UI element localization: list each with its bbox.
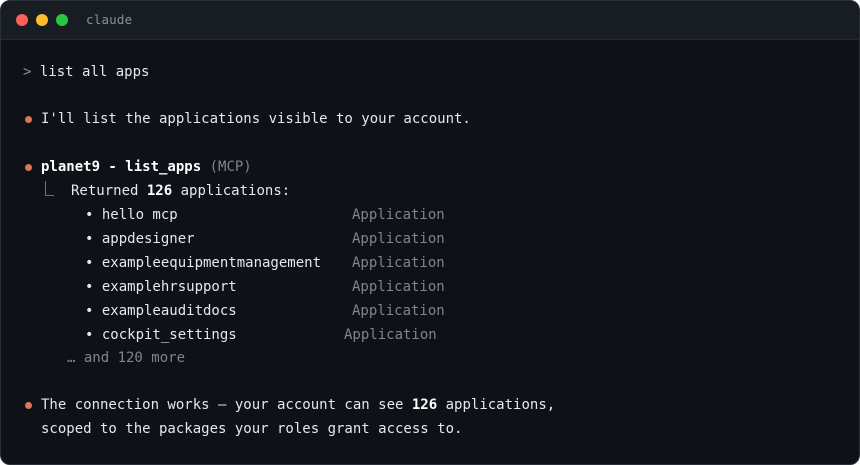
- app-type: Application: [352, 207, 445, 223]
- returned-line: Returned 126 applications:: [71, 182, 290, 200]
- app-name: examplehrsupport: [101, 279, 237, 295]
- prompt-command: list all apps: [39, 64, 150, 80]
- maximize-window-button[interactable]: [56, 14, 68, 26]
- tool-tag: (MCP): [209, 159, 252, 175]
- list-item: • exampleauditdocs: [85, 303, 237, 319]
- list-item: • hello mcp: [85, 207, 178, 223]
- summary-suffix: applications,: [445, 397, 556, 413]
- app-name: cockpit_settings: [101, 327, 237, 343]
- intro-message: I'll list the applications visible to yo…: [41, 111, 471, 127]
- list-item: • appdesigner: [85, 231, 195, 247]
- title-bar: claude: [1, 1, 859, 40]
- terminal-window: claude > list all apps I'll list the app…: [0, 0, 860, 465]
- summary-prefix: The connection works — your account can …: [41, 397, 404, 413]
- app-name: exampleequipmentmanagement: [101, 255, 322, 271]
- summary-line-2: scoped to the packages your roles grant …: [41, 421, 463, 437]
- returned-prefix: Returned: [71, 183, 139, 199]
- summary-bullet-icon: [25, 402, 32, 409]
- app-type: Application: [352, 255, 445, 271]
- list-item: • examplehrsupport: [85, 279, 237, 295]
- tree-connector-icon: [45, 181, 54, 196]
- app-type: Application: [344, 327, 437, 343]
- window-title: claude: [86, 12, 133, 27]
- minimize-window-button[interactable]: [36, 14, 48, 26]
- tool-bullet-icon: [25, 164, 32, 171]
- summary-line-1: The connection works — your account can …: [41, 396, 555, 414]
- tool-call-line: planet9 - list_apps (MCP): [41, 158, 252, 176]
- returned-suffix: applications:: [180, 183, 291, 199]
- app-type: Application: [352, 303, 445, 319]
- tool-name: planet9 - list_apps: [41, 159, 202, 175]
- app-type: Application: [352, 231, 445, 247]
- message-bullet-icon: [25, 116, 32, 123]
- app-name: exampleauditdocs: [101, 303, 237, 319]
- app-name: appdesigner: [101, 231, 195, 247]
- returned-count: 126: [146, 183, 173, 199]
- summary-count: 126: [411, 397, 438, 413]
- prompt-caret: >: [23, 64, 32, 80]
- more-apps-note: … and 120 more: [67, 350, 186, 366]
- app-type: Application: [352, 279, 445, 295]
- list-item: • cockpit_settings: [85, 327, 237, 343]
- terminal-output: > list all apps I'll list the applicatio…: [1, 40, 859, 464]
- list-item: • exampleequipmentmanagement: [85, 255, 322, 271]
- app-name: hello mcp: [101, 207, 178, 223]
- close-window-button[interactable]: [16, 14, 28, 26]
- prompt-line: > list all apps: [23, 63, 149, 81]
